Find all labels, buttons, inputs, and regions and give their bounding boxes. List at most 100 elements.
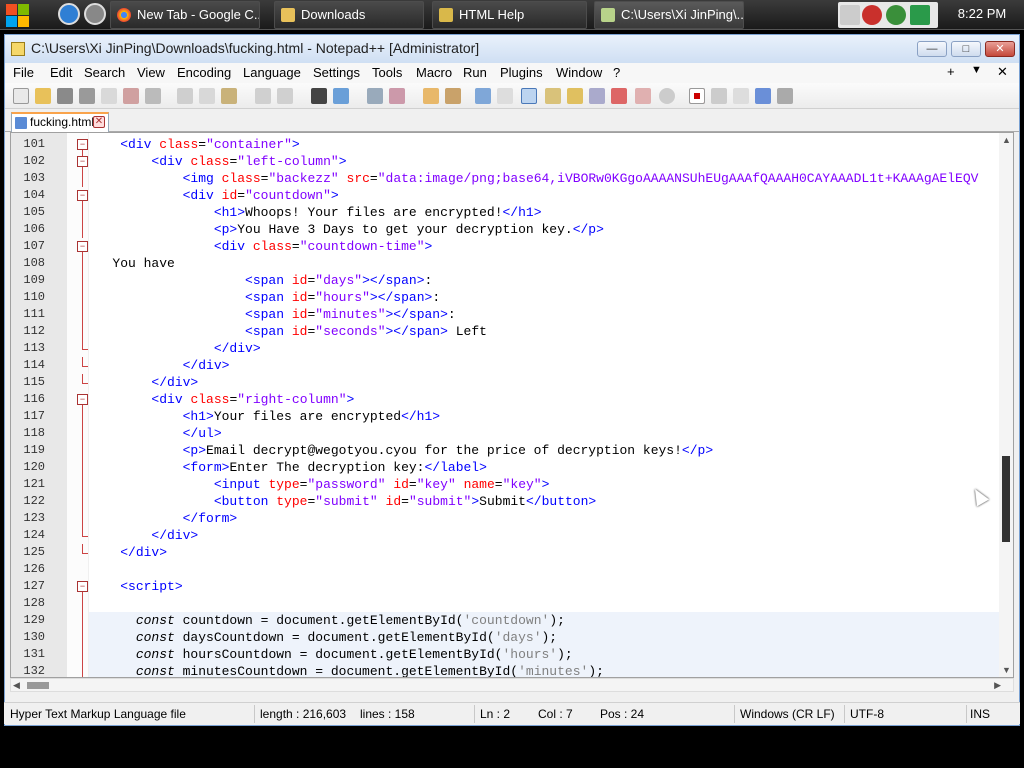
print-icon[interactable] (145, 88, 161, 104)
code-line[interactable]: <div class="countdown-time"> (89, 238, 999, 255)
save-all-icon[interactable] (79, 88, 95, 104)
tray-flag-icon[interactable] (840, 5, 860, 25)
code-line[interactable]: <div class="left-column"> (89, 153, 999, 170)
back-icon[interactable] (58, 3, 80, 25)
menu-help[interactable]: ? (613, 65, 620, 80)
code-line[interactable]: <h1>Your files are encrypted</h1> (89, 408, 999, 425)
doc-map-icon[interactable] (567, 88, 583, 104)
monitoring-icon[interactable] (635, 88, 651, 104)
sync-h-icon[interactable] (445, 88, 461, 104)
tray-network-icon[interactable] (886, 5, 906, 25)
title-bar[interactable]: C:\Users\Xi JinPing\Downloads\fucking.ht… (5, 35, 1019, 63)
code-line[interactable]: <h1>Whoops! Your files are encrypted!</h… (89, 204, 999, 221)
task-html-help[interactable]: HTML Help (432, 1, 587, 29)
code-editor[interactable]: 101 102 103 104 105 106 107 108 109 110 111 112 113 1… (10, 132, 1014, 678)
redo-icon[interactable] (277, 88, 293, 104)
close-button[interactable]: ✕ (985, 41, 1015, 57)
code-line[interactable]: </ul> (89, 425, 999, 442)
code-line[interactable]: </div> (89, 374, 999, 391)
function-list-icon[interactable] (589, 88, 605, 104)
code-line[interactable]: </form> (89, 510, 999, 527)
code-line[interactable]: <p>You Have 3 Days to get your decryptio… (89, 221, 999, 238)
tab-list-down-icon[interactable]: ▼ (971, 64, 982, 76)
forward-icon[interactable] (84, 3, 106, 25)
scroll-left-icon[interactable]: ◀ (13, 680, 20, 691)
code-line[interactable]: <div class="right-column"> (89, 391, 999, 408)
fold-collapse-icon[interactable]: − (77, 190, 88, 201)
notepadpp-app-icon[interactable] (11, 42, 25, 56)
menu-run[interactable]: Run (463, 65, 487, 80)
clock[interactable]: 8:22 PM (940, 0, 1024, 30)
code-line[interactable]: <form>Enter The decryption key:</label> (89, 459, 999, 476)
status-insert-mode[interactable]: INS (970, 707, 990, 721)
code-line[interactable]: <img class="backezz" src="data:image/png… (89, 170, 999, 187)
scroll-down-icon[interactable]: ▼ (1002, 665, 1011, 675)
play-macro-icon[interactable] (733, 88, 749, 104)
tray-volume-icon[interactable] (910, 5, 930, 25)
new-tab-plus-icon[interactable]: + (947, 64, 955, 79)
code-line[interactable]: <span id="minutes"></span>: (89, 306, 999, 323)
menu-file[interactable]: File (13, 65, 34, 80)
code-line[interactable]: const minutesCountdown = document.getEle… (89, 663, 999, 677)
open-file-icon[interactable] (35, 88, 51, 104)
menu-view[interactable]: View (137, 65, 165, 80)
undo-icon[interactable] (255, 88, 271, 104)
code-line[interactable]: const countdown = document.getElementByI… (89, 612, 999, 629)
maximize-button[interactable]: □ (951, 41, 981, 57)
code-line[interactable]: <button type="submit" id="submit">Submit… (89, 493, 999, 510)
fold-collapse-icon[interactable]: − (77, 394, 88, 405)
code-line[interactable]: <script> (89, 578, 999, 595)
menu-language[interactable]: Language (243, 65, 301, 80)
code-line[interactable]: You have (89, 255, 999, 272)
fold-collapse-icon[interactable]: − (77, 156, 88, 167)
close-file-icon[interactable] (101, 88, 117, 104)
tray-security-icon[interactable] (862, 5, 882, 25)
indent-guide-icon[interactable] (521, 88, 537, 104)
udl-icon[interactable] (545, 88, 561, 104)
task-notepadpp[interactable]: C:\Users\Xi JinPing\... (594, 1, 744, 29)
menu-tools[interactable]: Tools (372, 65, 402, 80)
sync-v-icon[interactable] (423, 88, 439, 104)
folder-workspace-icon[interactable] (611, 88, 627, 104)
show-all-chars-icon[interactable] (497, 88, 513, 104)
fold-collapse-icon[interactable]: − (77, 581, 88, 592)
task-chrome[interactable]: New Tab - Google C... (110, 1, 260, 29)
horizontal-scrollbar[interactable]: ◀ ▶ (10, 678, 1014, 692)
stop-macro-icon[interactable] (711, 88, 727, 104)
fold-collapse-icon[interactable]: − (77, 241, 88, 252)
vertical-scrollbar[interactable]: ▲ ▼ (999, 133, 1013, 677)
close-doc-icon[interactable]: ✕ (997, 64, 1008, 80)
menu-plugins[interactable]: Plugins (500, 65, 543, 80)
word-wrap-icon[interactable] (475, 88, 491, 104)
save-macro-icon[interactable] (777, 88, 793, 104)
save-icon[interactable] (57, 88, 73, 104)
fold-collapse-icon[interactable]: − (77, 139, 88, 150)
vertical-scroll-thumb[interactable] (1002, 456, 1010, 542)
paste-icon[interactable] (221, 88, 237, 104)
code-line[interactable]: </div> (89, 527, 999, 544)
copy-icon[interactable] (199, 88, 215, 104)
horizontal-scroll-thumb[interactable] (27, 682, 49, 689)
scroll-right-icon[interactable]: ▶ (994, 680, 1001, 691)
record-macro-icon[interactable] (689, 88, 705, 104)
code-area[interactable]: <div class="container"> <div class="left… (89, 133, 999, 677)
code-line[interactable]: <span id="hours"></span>: (89, 289, 999, 306)
fold-margin[interactable]: − − − − − − (67, 133, 89, 677)
code-line[interactable]: </div> (89, 340, 999, 357)
cut-icon[interactable] (177, 88, 193, 104)
code-line[interactable]: const daysCountdown = document.getElemen… (89, 629, 999, 646)
code-line[interactable]: <input type="password" id="key" name="ke… (89, 476, 999, 493)
menu-edit[interactable]: Edit (50, 65, 72, 80)
close-all-icon[interactable] (123, 88, 139, 104)
new-file-icon[interactable] (13, 88, 29, 104)
find-icon[interactable] (311, 88, 327, 104)
menu-search[interactable]: Search (84, 65, 125, 80)
menu-window[interactable]: Window (556, 65, 602, 80)
menu-macro[interactable]: Macro (416, 65, 452, 80)
code-line[interactable]: <span id="seconds"></span> Left (89, 323, 999, 340)
code-line[interactable]: <div id="countdown"> (89, 187, 999, 204)
scroll-up-icon[interactable]: ▲ (1002, 135, 1011, 145)
zoom-out-icon[interactable] (389, 88, 405, 104)
code-line[interactable]: <div class="container"> (89, 136, 999, 153)
tab-fucking-html[interactable]: fucking.html ✕ (11, 112, 109, 132)
